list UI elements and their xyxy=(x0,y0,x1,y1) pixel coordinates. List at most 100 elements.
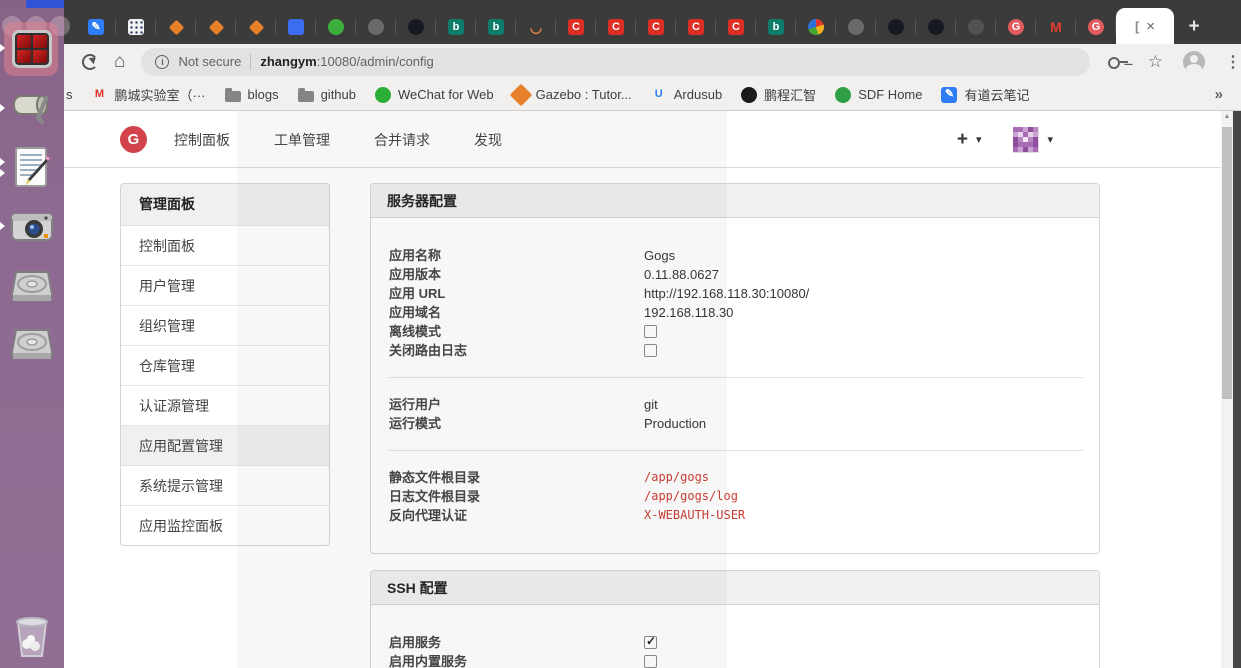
bookmark-item[interactable]: blogs xyxy=(224,85,279,104)
terminator-icon[interactable] xyxy=(12,30,52,68)
sidebar-item[interactable]: 应用监控面板 xyxy=(121,505,329,545)
bookmark-item[interactable]: 鹏程汇智 xyxy=(741,85,816,104)
reload-icon[interactable] xyxy=(82,53,98,70)
bookmark-cut-label[interactable]: s xyxy=(66,87,73,102)
browser-tab[interactable] xyxy=(396,10,436,44)
bookmark-label: blogs xyxy=(247,87,279,102)
page-scrollbar[interactable]: ▲ xyxy=(1221,111,1233,668)
bookmark-item[interactable]: github xyxy=(297,85,356,104)
hard-disk-2-icon[interactable] xyxy=(8,320,56,368)
active-tab[interactable]: [ × xyxy=(1116,8,1174,44)
chevron-down-icon[interactable]: ▾ xyxy=(976,133,982,146)
close-icon[interactable]: × xyxy=(1146,19,1155,34)
browser-tab[interactable]: ◡ xyxy=(516,10,556,44)
browser-tab[interactable]: C xyxy=(556,10,596,44)
scrollbar-up-icon[interactable]: ▲ xyxy=(1221,113,1233,120)
gogs-logo-icon[interactable]: G xyxy=(120,126,147,153)
bookmark-label: WeChat for Web xyxy=(398,87,494,102)
camera-icon[interactable] xyxy=(8,202,56,250)
browser-tab[interactable] xyxy=(156,10,196,44)
browser-tab[interactable] xyxy=(876,10,916,44)
browser-tab[interactable] xyxy=(316,10,356,44)
browser-tab[interactable] xyxy=(196,10,236,44)
gogs-nav-link[interactable]: 控制面板 xyxy=(174,130,230,150)
browser-tab[interactable]: b xyxy=(756,10,796,44)
browser-tab[interactable] xyxy=(116,10,156,44)
bookmark-favicon: M xyxy=(94,88,105,100)
config-label: 反向代理认证 xyxy=(389,508,468,523)
config-row: 启用服务 xyxy=(389,632,1083,652)
browser-menu-icon[interactable]: ⋮ xyxy=(1225,52,1241,72)
config-checkbox[interactable] xyxy=(644,325,657,338)
browser-tab[interactable]: C xyxy=(596,10,636,44)
unity-launcher xyxy=(0,0,70,668)
info-icon[interactable]: i xyxy=(155,54,170,69)
bookmark-item[interactable]: M 鹏城实验室（··· xyxy=(92,85,206,104)
paint-roller-icon[interactable] xyxy=(8,84,56,132)
create-new-button[interactable]: + xyxy=(957,129,968,151)
browser-tab[interactable]: C xyxy=(716,10,756,44)
browser-tab[interactable]: G xyxy=(996,10,1036,44)
browser-tab[interactable] xyxy=(956,10,996,44)
tab-favicon: ◡ xyxy=(529,19,543,35)
gogs-nav-link[interactable]: 合并请求 xyxy=(374,130,430,150)
browser-tab[interactable]: ✎ xyxy=(76,10,116,44)
bookmarks-overflow-icon[interactable]: » xyxy=(1215,86,1223,103)
browser-tab[interactable] xyxy=(916,10,956,44)
config-group: 启用服务 启用内置服务 xyxy=(389,632,1083,668)
chevron-down-icon[interactable]: ▾ xyxy=(1047,133,1053,146)
bookmark-star-icon[interactable]: ☆ xyxy=(1148,53,1163,70)
text-editor-icon[interactable] xyxy=(8,143,56,191)
config-checkbox[interactable] xyxy=(644,632,657,651)
bookmark-favicon: U xyxy=(654,88,663,100)
browser-tab[interactable]: b xyxy=(476,10,516,44)
gogs-nav-right: + ▾ ▾ xyxy=(957,111,1053,168)
screen-right-edge xyxy=(1233,111,1241,668)
trash-icon[interactable] xyxy=(8,612,56,660)
browser-tab[interactable] xyxy=(836,10,876,44)
address-bar[interactable]: i Not secure zhangym:10080/admin/config xyxy=(141,47,1090,76)
gogs-nav-link[interactable]: 发现 xyxy=(474,130,502,150)
password-key-icon[interactable] xyxy=(1107,56,1128,69)
home-icon[interactable]: ⌂ xyxy=(114,52,125,71)
sidebar-item[interactable]: 控制面板 xyxy=(121,225,329,265)
sidebar-item[interactable]: 用户管理 xyxy=(121,265,329,305)
browser-tab[interactable]: M xyxy=(1036,10,1076,44)
bookmark-item[interactable]: WeChat for Web xyxy=(375,85,494,104)
sidebar-item[interactable]: 应用配置管理 xyxy=(121,425,329,465)
config-checkbox[interactable] xyxy=(644,344,657,357)
bookmark-item[interactable]: ✎ 有道云笔记 xyxy=(941,85,1030,104)
sidebar-item[interactable]: 系统提示管理 xyxy=(121,465,329,505)
sidebar-item[interactable]: 认证源管理 xyxy=(121,385,329,425)
browser-tab[interactable] xyxy=(796,10,836,44)
sidebar-item-label: 应用监控面板 xyxy=(139,518,223,534)
sidebar-item[interactable]: 仓库管理 xyxy=(121,345,329,385)
bookmark-label: Ardusub xyxy=(673,87,723,102)
browser-tab[interactable]: C xyxy=(636,10,676,44)
config-row: 日志文件根目录 /app/gogs/log xyxy=(389,487,1083,506)
browser-tab[interactable] xyxy=(356,10,396,44)
config-value: http://192.168.118.30:10080/ xyxy=(644,286,810,301)
gogs-nav-link[interactable]: 工单管理 xyxy=(274,130,330,150)
new-tab-button[interactable]: + xyxy=(1174,10,1214,44)
bookmark-label: 鹏程汇智 xyxy=(764,88,817,103)
scrollbar-thumb[interactable] xyxy=(1222,127,1232,399)
browser-tab[interactable] xyxy=(236,10,276,44)
bookmark-item[interactable]: Gazebo : Tutor... xyxy=(509,83,632,106)
bookmark-item[interactable]: SDF Home xyxy=(835,85,922,104)
screen: [ × ✎ b b ◡ C C C C C b G M G + ⌂ i Not … xyxy=(0,0,1241,668)
browser-tab[interactable] xyxy=(276,10,316,44)
bookmark-item[interactable]: U Ardusub xyxy=(651,85,722,104)
url-text: zhangym:10080/admin/config xyxy=(260,54,433,69)
hard-disk-icon[interactable] xyxy=(8,262,56,310)
browser-tab[interactable]: G xyxy=(1076,10,1116,44)
sidebar-item-label: 应用配置管理 xyxy=(139,438,223,454)
browser-tab[interactable]: b xyxy=(436,10,476,44)
tab-favicon: b xyxy=(768,19,784,35)
browser-tab[interactable]: C xyxy=(676,10,716,44)
tab-favicon: C xyxy=(728,19,744,35)
sidebar-item[interactable]: 组织管理 xyxy=(121,305,329,345)
config-checkbox[interactable] xyxy=(644,655,657,668)
user-avatar[interactable] xyxy=(1013,126,1040,153)
profile-avatar-icon[interactable] xyxy=(1183,50,1205,73)
